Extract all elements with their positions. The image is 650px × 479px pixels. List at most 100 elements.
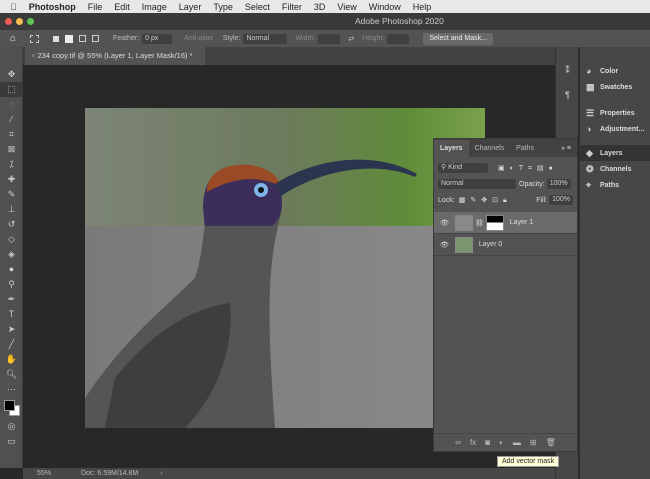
magic-wand-icon[interactable]: ⁄	[0, 112, 23, 127]
options-bar: ⌂ Feather: 0 px Anti-alias Style: Normal…	[0, 30, 650, 47]
width-input[interactable]	[318, 33, 341, 44]
panel-color[interactable]: ◕ Color	[580, 63, 650, 79]
eye-icon[interactable]: 👁︎	[440, 219, 449, 227]
opacity-input[interactable]: 100%	[546, 179, 571, 189]
crop-tool-icon[interactable]: ⌗	[0, 127, 23, 142]
marquee-tool-icon[interactable]	[30, 34, 40, 43]
hand-tool-icon[interactable]: ✋	[0, 352, 23, 367]
subtract-selection-icon[interactable]	[79, 35, 87, 42]
marquee-tool-icon[interactable]: ⬚	[0, 82, 23, 97]
doc-size: Doc: 6.59M/14.8M	[81, 470, 139, 477]
menu-select[interactable]: Select	[245, 2, 270, 12]
add-mask-icon[interactable]: ◙	[485, 438, 490, 447]
tooltip: Add vector mask	[497, 456, 560, 467]
style-select[interactable]: Normal	[243, 33, 288, 44]
eyedropper-icon[interactable]: ⁒	[0, 157, 23, 172]
line-tool-icon[interactable]: ╱	[0, 337, 23, 352]
panel-channels[interactable]: ❂ Channels	[580, 161, 650, 177]
layer-row[interactable]: 👁︎ Layer 0	[434, 234, 577, 256]
document-tab-label: 234 copy.tif @ 55% (Layer 1, Layer Mask/…	[37, 51, 193, 60]
dodge-tool-icon[interactable]: ⚲	[0, 277, 23, 292]
move-tool-icon[interactable]: ✥	[0, 67, 23, 82]
healing-brush-icon[interactable]: ✚	[0, 172, 23, 187]
select-and-mask-button[interactable]: Select and Mask...	[423, 32, 493, 45]
document-tab[interactable]: × 234 copy.tif @ 55% (Layer 1, Layer Mas…	[25, 47, 205, 65]
blend-mode-select[interactable]: Normal	[438, 179, 516, 189]
pen-tool-icon[interactable]: ✒	[0, 292, 23, 307]
link-layers-icon[interactable]: ∞	[455, 438, 461, 447]
menu-3d[interactable]: 3D	[314, 2, 326, 12]
fill-input[interactable]: 100%	[549, 195, 573, 205]
filter-icons[interactable]: ▣◐T⌗▤●	[498, 164, 558, 173]
fx-icon[interactable]: fx	[470, 438, 476, 447]
paint-bucket-icon[interactable]: ◈	[0, 247, 23, 262]
menu-layer[interactable]: Layer	[179, 2, 202, 12]
eye-icon[interactable]: 👁︎	[440, 241, 449, 249]
status-bar: 55% Doc: 6.59M/14.8M ›	[23, 468, 555, 479]
add-selection-icon[interactable]	[65, 34, 74, 43]
layer-mask-thumbnail[interactable]	[485, 214, 504, 231]
intersect-selection-icon[interactable]	[92, 35, 100, 42]
path-selection-icon[interactable]: ➤	[0, 322, 23, 337]
tab-channels[interactable]: Channels	[469, 145, 511, 152]
layer-row[interactable]: 👁︎ ⛓︎ Layer 1	[434, 212, 577, 234]
panel-swatches[interactable]: ▦ Swatches	[580, 79, 650, 95]
color-swatches[interactable]	[0, 397, 22, 419]
layers-footer: ∞ fx ◙ ◐ ▬ ⊞ 🗑︎	[434, 433, 577, 451]
menu-filter[interactable]: Filter	[282, 2, 302, 12]
history-icon[interactable]: ⁑	[556, 63, 579, 78]
feather-input[interactable]: 0 px	[142, 33, 173, 44]
history-brush-icon[interactable]: ↺	[0, 217, 23, 232]
close-button[interactable]	[5, 18, 12, 25]
link-icon: ⛓︎	[474, 219, 484, 227]
panel-menu-icon[interactable]: » ≡	[561, 145, 571, 152]
trash-icon[interactable]: 🗑︎	[546, 438, 556, 447]
stamp-tool-icon[interactable]: ⊥	[0, 202, 23, 217]
layers-panel-tabs: Layers Channels Paths » ≡	[434, 139, 577, 157]
group-folder-icon[interactable]: ▬	[513, 438, 521, 447]
panel-layers[interactable]: ◆ Layers	[580, 145, 650, 161]
home-icon[interactable]: ⌂	[10, 33, 16, 44]
menu-edit[interactable]: Edit	[114, 2, 130, 12]
status-menu-arrow[interactable]: ›	[160, 470, 162, 477]
apple-icon[interactable]: 	[10, 2, 17, 12]
panel-properties[interactable]: ☰ Properties	[580, 105, 650, 121]
menu-help[interactable]: Help	[413, 2, 432, 12]
brush-tool-icon[interactable]: ✎	[0, 187, 23, 202]
frame-tool-icon[interactable]: ⊠	[0, 142, 23, 157]
swap-icon[interactable]: ⇄	[348, 35, 354, 43]
quick-mask-icon[interactable]: ◎	[0, 419, 23, 434]
type-tool-icon[interactable]: T	[0, 307, 23, 322]
tab-layers[interactable]: Layers	[434, 139, 469, 157]
height-input[interactable]	[387, 33, 410, 44]
panel-adjustments[interactable]: ◑ Adjustment...	[580, 121, 650, 137]
lock-icons[interactable]: ▩✎✥⊡🔒︎	[459, 196, 512, 205]
screen-mode-icon[interactable]: ▭	[0, 434, 23, 449]
menu-window[interactable]: Window	[369, 2, 401, 12]
layers-panel: Layers Channels Paths » ≡ ⚲ Kind ▣◐T⌗▤● …	[433, 138, 578, 452]
menu-image[interactable]: Image	[142, 2, 167, 12]
menu-type[interactable]: Type	[213, 2, 233, 12]
lasso-tool-icon[interactable]: ◌	[0, 97, 23, 112]
maximize-button[interactable]	[27, 18, 34, 25]
antialias-checkbox[interactable]: Anti-alias	[184, 35, 213, 42]
panel-paths[interactable]: ⌖ Paths	[580, 177, 650, 193]
menu-photoshop[interactable]: Photoshop	[29, 2, 76, 12]
tab-paths[interactable]: Paths	[510, 145, 540, 152]
zoom-level[interactable]: 55%	[37, 470, 51, 477]
kind-filter-select[interactable]: ⚲ Kind	[438, 163, 488, 173]
right-panel-dock: ◕ Color ▦ Swatches ☰ Properties ◑ Adjustment…	[579, 47, 650, 479]
document-canvas[interactable]	[85, 108, 485, 428]
new-selection-icon[interactable]	[53, 35, 60, 42]
zoom-tool-icon[interactable]: 🔍︎	[0, 367, 23, 382]
menu-view[interactable]: View	[337, 2, 356, 12]
paragraph-icon[interactable]: ¶	[556, 88, 579, 103]
layer-thumbnail	[454, 214, 473, 231]
blur-tool-icon[interactable]: ●	[0, 262, 23, 277]
more-tools-icon[interactable]: ⋯	[0, 382, 23, 397]
new-layer-icon[interactable]: ⊞	[530, 438, 537, 447]
minimize-button[interactable]	[16, 18, 23, 25]
adjustment-layer-icon[interactable]: ◐	[499, 438, 504, 447]
menu-file[interactable]: File	[88, 2, 103, 12]
eraser-icon[interactable]: ◇	[0, 232, 23, 247]
